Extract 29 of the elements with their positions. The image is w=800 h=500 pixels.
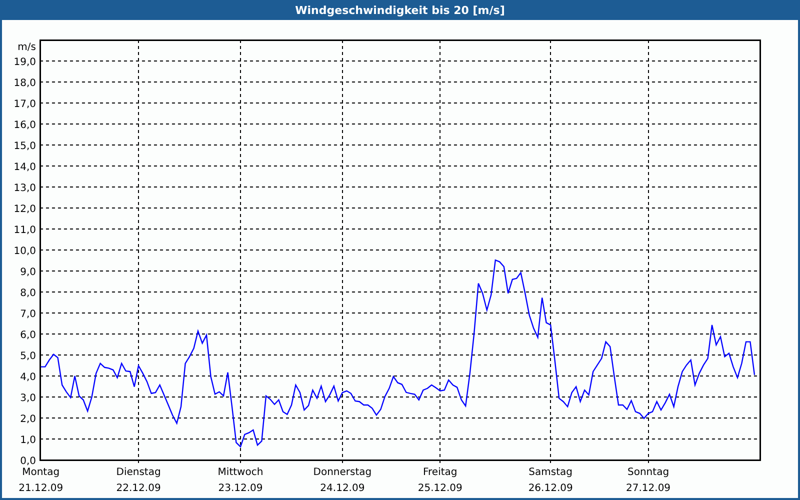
- x-tick-label: Donnerstag 24.12.09: [313, 467, 372, 494]
- y-tick-label: 13,0: [14, 183, 36, 194]
- y-tick-label: 15,0: [14, 141, 36, 152]
- y-tick-label: 2,0: [20, 414, 36, 425]
- y-tick-label: 4,0: [20, 372, 36, 383]
- x-tick-label: Dienstag 22.12.09: [116, 467, 161, 494]
- y-tick-label: 9,0: [20, 267, 36, 278]
- x-tick-label: Freitag 25.12.09: [418, 467, 462, 494]
- y-tick-label: 5,0: [20, 351, 36, 362]
- x-tick-label: Mittwoch 23.12.09: [218, 467, 264, 494]
- y-tick-label: 0,0: [20, 456, 36, 467]
- x-tick-label: Montag 21.12.09: [18, 467, 64, 494]
- y-tick-label: 14,0: [14, 162, 36, 173]
- y-tick-label: 1,0: [20, 435, 36, 446]
- y-tick-label: 12,0: [14, 204, 36, 215]
- y-tick-label: 18,0: [14, 78, 36, 89]
- y-tick-label: 11,0: [14, 225, 36, 236]
- axis-unit-label: m/s: [18, 42, 36, 53]
- x-tick-label: Samstag 26.12.09: [528, 467, 573, 494]
- x-tick-label: Sonntag 27.12.09: [626, 467, 671, 494]
- y-tick-label: 10,0: [14, 246, 36, 257]
- y-tick-label: 17,0: [14, 99, 36, 110]
- chart-title: Windgeschwindigkeit bis 20 [m/s]: [295, 4, 505, 16]
- y-tick-label: 6,0: [20, 330, 36, 341]
- y-tick-label: 16,0: [14, 120, 36, 131]
- y-tick-label: 3,0: [20, 393, 36, 404]
- y-tick-label: 19,0: [14, 57, 36, 68]
- y-tick-label: 8,0: [20, 288, 36, 299]
- y-tick-label: 7,0: [20, 309, 36, 320]
